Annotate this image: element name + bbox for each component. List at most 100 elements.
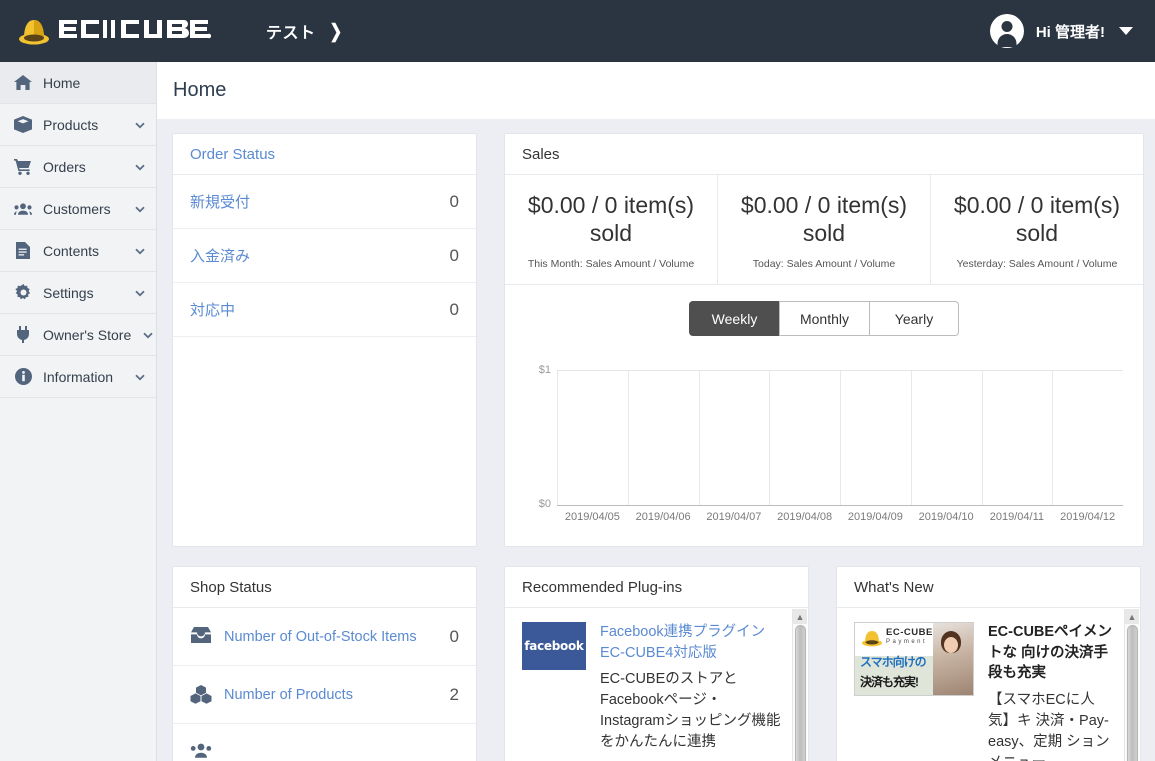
- order-status-row[interactable]: 新規受付 0: [173, 175, 476, 229]
- store-name-label: テスト: [266, 25, 316, 42]
- boxes-icon: [190, 684, 212, 705]
- plugins-feed: facebook Facebook連携プラグイン EC-CUBE4対応版 EC-…: [505, 608, 808, 761]
- cart-icon: [14, 158, 32, 176]
- sidebar-item-owners-store[interactable]: Owner's Store: [0, 314, 156, 356]
- sidebar-item-label: Information: [43, 368, 114, 385]
- shop-status-card: Shop Status Number of Out-of-Stock Items…: [172, 566, 477, 761]
- chart-xtick-label: 2019/04/10: [918, 511, 974, 524]
- sales-stat-label: This Month: Sales Amount / Volume: [527, 258, 695, 271]
- plugin-item: facebook Facebook連携プラグイン EC-CUBE4対応版 EC-…: [522, 622, 784, 753]
- order-status-label[interactable]: 入金済み: [190, 245, 250, 266]
- chart-xtick-label: 2019/04/07: [706, 511, 762, 524]
- whats-new-title: What's New: [837, 567, 1140, 608]
- chart-gridline: [910, 371, 912, 506]
- sidebar-item-products[interactable]: Products: [0, 104, 156, 146]
- sales-stat-label: Yesterday: Sales Amount / Volume: [956, 258, 1118, 271]
- top-header-bar: テスト ❯ Hi 管理者!: [0, 0, 1155, 62]
- scroll-up-arrow-icon[interactable]: ▲: [1125, 609, 1139, 624]
- tab-weekly[interactable]: Weekly: [689, 301, 779, 337]
- order-status-row[interactable]: 入金済み 0: [173, 229, 476, 283]
- chevron-down-icon[interactable]: [134, 371, 146, 383]
- inbox-icon: [190, 626, 212, 647]
- sidebar-item-contents[interactable]: Contents: [0, 230, 156, 272]
- chart-xtick-label: 2019/04/06: [635, 511, 691, 524]
- order-status-title: Order Status: [173, 134, 476, 175]
- order-status-card: Order Status 新規受付 0 入金済み 0 対応中 0: [172, 133, 477, 547]
- chart-xtick-label: 2019/04/08: [777, 511, 833, 524]
- facebook-logo-icon: facebook: [522, 622, 586, 670]
- sidebar-item-home[interactable]: Home: [0, 62, 156, 104]
- sidebar-navigation: Home Products Orders Customers Contents …: [0, 62, 157, 761]
- chevron-down-icon[interactable]: [134, 245, 146, 257]
- chevron-down-icon[interactable]: [134, 287, 146, 299]
- sidebar-item-settings[interactable]: Settings: [0, 272, 156, 314]
- chart-gridline: [557, 371, 558, 506]
- sidebar-item-label: Customers: [43, 200, 111, 217]
- sales-chart: $1 $0 2019/04/05 2019/04/06 2019/04/07 2019…: [505, 358, 1143, 548]
- order-status-label[interactable]: 対応中: [190, 299, 235, 320]
- chart-gridline: [769, 371, 771, 506]
- sidebar-item-information[interactable]: Information: [0, 356, 156, 398]
- shop-status-label[interactable]: Number of Out-of-Stock Items: [224, 629, 438, 645]
- shop-status-row[interactable]: Number of Products 2: [173, 666, 476, 724]
- whats-new-scrollbar[interactable]: ▲: [1124, 609, 1139, 761]
- sales-stat-value: $0.00 / 0 item(s) sold: [527, 192, 695, 247]
- chevron-down-icon[interactable]: [134, 161, 146, 173]
- tab-yearly[interactable]: Yearly: [869, 301, 959, 337]
- scroll-up-arrow-icon[interactable]: ▲: [793, 609, 807, 624]
- whats-new-feed: EC-CUBE Payment スマホ向けの 決済も充実! EC-CUBEペイメ…: [837, 608, 1140, 761]
- chevron-down-icon[interactable]: [134, 203, 146, 215]
- sales-stat-label: Today: Sales Amount / Volume: [752, 258, 896, 271]
- chevron-down-icon[interactable]: [134, 119, 146, 131]
- payment-banner-line2: 決済も充実!: [860, 675, 919, 689]
- sidebar-item-customers[interactable]: Customers: [0, 188, 156, 230]
- sidebar-item-label: Home: [43, 74, 81, 91]
- sidebar-item-label: Settings: [43, 284, 94, 301]
- shop-status-title: Shop Status: [173, 567, 476, 608]
- box-icon: [14, 116, 32, 134]
- shop-status-row-partial[interactable]: [173, 724, 476, 761]
- order-status-count: 0: [449, 245, 459, 265]
- order-status-row[interactable]: 対応中 0: [173, 283, 476, 337]
- sidebar-item-label: Contents: [43, 242, 100, 259]
- shop-status-label[interactable]: Number of Products: [224, 687, 438, 703]
- sales-title: Sales: [505, 134, 1143, 175]
- chart-xtick-label: 2019/04/09: [847, 511, 903, 524]
- ec-cube-hat-logo-icon: [18, 16, 50, 46]
- sales-stat-value: $0.00 / 0 item(s) sold: [953, 192, 1121, 247]
- chart-gridline: [698, 371, 700, 506]
- plugins-scrollbar[interactable]: ▲: [792, 609, 807, 761]
- store-switcher[interactable]: テスト ❯: [266, 19, 343, 43]
- gear-icon: [14, 284, 32, 302]
- shop-status-count: 2: [449, 684, 459, 704]
- page-title: Home: [173, 79, 227, 101]
- shop-status-row[interactable]: Number of Out-of-Stock Items 0: [173, 608, 476, 666]
- home-icon: [14, 74, 32, 92]
- chart-gridline: [981, 371, 983, 506]
- info-icon: [14, 368, 32, 386]
- recommended-plugins-title: Recommended Plug-ins: [505, 567, 808, 608]
- scrollbar-thumb[interactable]: [1126, 625, 1138, 761]
- order-status-label[interactable]: 新規受付: [190, 191, 250, 212]
- sales-stat-this-month: $0.00 / 0 item(s) sold This Month: Sales…: [505, 175, 718, 285]
- scrollbar-thumb[interactable]: [794, 625, 806, 761]
- sales-stat-yesterday: $0.00 / 0 item(s) sold Yesterday: Sales …: [931, 175, 1143, 284]
- customers-icon: [190, 743, 212, 761]
- sidebar-item-label: Products: [43, 116, 99, 133]
- brand-logo-area[interactable]: [0, 16, 212, 46]
- user-menu[interactable]: Hi 管理者!: [989, 0, 1133, 62]
- payment-banner-line1: スマホ向けの: [860, 655, 927, 669]
- plugin-description: EC-CUBEのストアとFacebookページ・Instagramショッピング機…: [600, 671, 781, 751]
- tab-monthly[interactable]: Monthly: [779, 301, 869, 337]
- plugin-title-link[interactable]: Facebook連携プラグイン EC-CUBE4対応版: [600, 622, 784, 663]
- chart-ytick-max: $1: [538, 364, 551, 377]
- dashboard-row-bottom: Shop Status Number of Out-of-Stock Items…: [172, 566, 1155, 761]
- chevron-down-icon[interactable]: [142, 329, 154, 341]
- sidebar-item-orders[interactable]: Orders: [0, 146, 156, 188]
- news-title-link[interactable]: EC-CUBEペイメントな 向けの決済手段も充実: [988, 622, 1116, 684]
- sales-card: Sales $0.00 / 0 item(s) sold This Month:…: [504, 133, 1144, 547]
- chevron-down-icon[interactable]: [1119, 27, 1133, 35]
- news-item: EC-CUBE Payment スマホ向けの 決済も充実! EC-CUBEペイメ…: [854, 622, 1116, 761]
- page-header: Home: [157, 62, 1155, 119]
- chart-xtick-label: 2019/04/12: [1060, 511, 1116, 524]
